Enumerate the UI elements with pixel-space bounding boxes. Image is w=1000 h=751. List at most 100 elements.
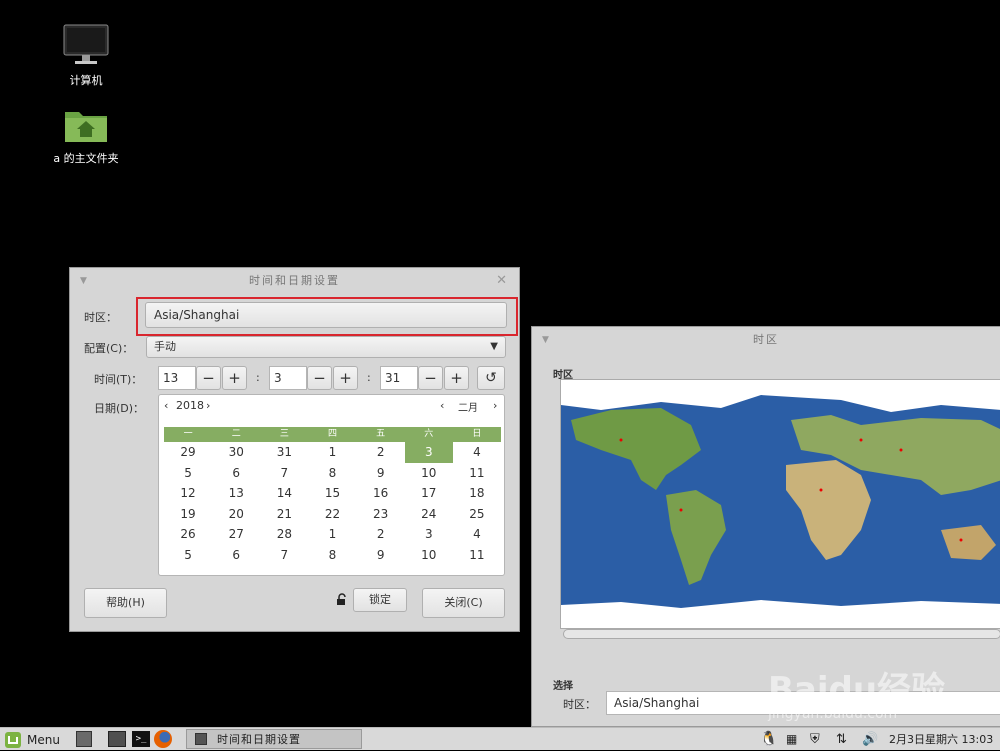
calendar-day[interactable]: 15 bbox=[308, 483, 356, 504]
calendar-day[interactable]: 29 bbox=[164, 442, 212, 463]
next-month-icon[interactable]: › bbox=[493, 399, 497, 412]
help-button-label: 帮助(H) bbox=[106, 596, 145, 609]
terminal-icon[interactable]: >_ bbox=[132, 731, 150, 747]
calendar-day[interactable]: 11 bbox=[453, 545, 501, 566]
hour-decrement-button[interactable]: − bbox=[196, 366, 221, 390]
taskbar: Menu >_ 时间和日期设置 🐧 ▦ ⛨ ⇅ 🔊 2月3日星期六 13:03 bbox=[0, 727, 1000, 750]
timezone-map[interactable] bbox=[560, 379, 1000, 629]
calendar-day[interactable]: 14 bbox=[260, 483, 308, 504]
calendar-day[interactable]: 6 bbox=[212, 463, 260, 484]
lock-button[interactable]: 锁定 bbox=[353, 588, 407, 612]
calendar-day[interactable]: 7 bbox=[260, 463, 308, 484]
weekday-label: 五 bbox=[376, 429, 386, 439]
watermark-brand: Baidu经验 bbox=[768, 670, 946, 710]
calendar-day[interactable]: 20 bbox=[212, 504, 260, 525]
window-titlebar[interactable]: ▼ 时区 bbox=[532, 327, 1000, 353]
clock[interactable]: 2月3日星期六 13:03 bbox=[889, 728, 993, 751]
minute-field[interactable]: 3 bbox=[269, 366, 307, 390]
calendar-day[interactable]: 1 bbox=[308, 442, 356, 463]
time-colon: : bbox=[367, 371, 371, 384]
desktop-icon-home-folder[interactable]: a 的主文件夹 bbox=[41, 106, 131, 166]
minute-decrement-button[interactable]: − bbox=[307, 366, 332, 390]
calendar-day[interactable]: 5 bbox=[164, 463, 212, 484]
world-map-image bbox=[561, 390, 1000, 628]
map-scrollbar[interactable] bbox=[563, 629, 1000, 639]
lock-button-label: 锁定 bbox=[369, 593, 391, 606]
file-manager-icon[interactable] bbox=[108, 731, 126, 747]
calendar-day[interactable]: 9 bbox=[357, 545, 405, 566]
calendar-day[interactable]: 21 bbox=[260, 504, 308, 525]
calendar-day[interactable]: 31 bbox=[260, 442, 308, 463]
calendar-day[interactable]: 2 bbox=[357, 524, 405, 545]
prev-month-icon[interactable]: ‹ bbox=[440, 399, 444, 412]
calendar-day[interactable]: 2 bbox=[357, 442, 405, 463]
show-desktop-icon[interactable] bbox=[76, 731, 92, 747]
calendar-day[interactable]: 16 bbox=[357, 483, 405, 504]
refresh-icon: ↺ bbox=[485, 370, 497, 386]
reset-time-button[interactable]: ↺ bbox=[477, 366, 505, 390]
calendar-day[interactable]: 4 bbox=[453, 524, 501, 545]
desktop-icon-label: 计算机 bbox=[69, 74, 103, 87]
prev-year-icon[interactable]: ‹ bbox=[164, 399, 168, 412]
network-icon[interactable]: ⇅ bbox=[836, 728, 847, 751]
hour-field[interactable]: 13 bbox=[158, 366, 196, 390]
timezone-value: Asia/Shanghai bbox=[154, 308, 240, 322]
desktop-icon-label: a 的主文件夹 bbox=[53, 152, 119, 165]
keyboard-icon[interactable]: ▦ bbox=[786, 728, 797, 751]
calendar-day[interactable]: 1 bbox=[308, 524, 356, 545]
calendar-day[interactable]: 26 bbox=[164, 524, 212, 545]
window-menu-icon[interactable]: ▼ bbox=[80, 268, 89, 294]
firefox-icon[interactable] bbox=[154, 730, 172, 748]
config-select[interactable]: 手动 ▼ bbox=[146, 336, 506, 358]
window-menu-icon[interactable]: ▼ bbox=[542, 327, 551, 353]
minute-increment-button[interactable]: + bbox=[333, 366, 358, 390]
second-decrement-button[interactable]: − bbox=[418, 366, 443, 390]
volume-icon[interactable]: 🔊 bbox=[862, 728, 878, 751]
desktop-icon-computer[interactable]: 计算机 bbox=[41, 24, 131, 88]
tux-icon[interactable]: 🐧 bbox=[760, 728, 777, 751]
calendar-day[interactable]: 17 bbox=[405, 483, 453, 504]
calendar-day[interactable]: 7 bbox=[260, 545, 308, 566]
calendar-day[interactable]: 4 bbox=[453, 442, 501, 463]
menu-button[interactable]: Menu bbox=[4, 730, 60, 749]
calendar-day[interactable]: 11 bbox=[453, 463, 501, 484]
calendar-day[interactable]: 3 bbox=[404, 442, 453, 463]
home-folder-icon bbox=[65, 112, 107, 142]
calendar-day[interactable]: 3 bbox=[405, 524, 453, 545]
calendar-day[interactable]: 28 bbox=[260, 524, 308, 545]
time-label: 时间(T)： bbox=[94, 373, 143, 386]
timezone-button[interactable]: Asia/Shanghai bbox=[145, 302, 507, 328]
watermark-url: jingyan.baidu.com bbox=[768, 706, 898, 722]
calendar-day[interactable]: 13 bbox=[212, 483, 260, 504]
close-button[interactable]: 关闭(C) bbox=[422, 588, 505, 618]
second-increment-button[interactable]: + bbox=[444, 366, 469, 390]
calendar-weekday-header: 一二三四五六日 bbox=[164, 427, 501, 442]
calendar-day[interactable]: 9 bbox=[357, 463, 405, 484]
second-field[interactable]: 31 bbox=[380, 366, 418, 390]
calendar-day[interactable]: 30 bbox=[212, 442, 260, 463]
calendar-day[interactable]: 24 bbox=[405, 504, 453, 525]
calendar-day[interactable]: 5 bbox=[164, 545, 212, 566]
calendar-day[interactable]: 6 bbox=[212, 545, 260, 566]
calendar-day[interactable]: 10 bbox=[405, 545, 453, 566]
calendar-day[interactable]: 18 bbox=[453, 483, 501, 504]
calendar-day[interactable]: 12 bbox=[164, 483, 212, 504]
taskbar-window-button[interactable]: 时间和日期设置 bbox=[186, 729, 362, 749]
calendar-day[interactable]: 27 bbox=[212, 524, 260, 545]
hour-increment-button[interactable]: + bbox=[222, 366, 247, 390]
datetime-settings-window: ▼ 时间和日期设置 ✕ 时区： Asia/Shanghai 配置(C)： 手动 … bbox=[69, 267, 520, 632]
window-titlebar[interactable]: ▼ 时间和日期设置 ✕ bbox=[70, 268, 519, 294]
shield-icon[interactable]: ⛨ bbox=[810, 728, 820, 751]
calendar: ‹ 2018 › ‹ 二月 › 一二三四五六日 29 30 31 1 2 3 4 5 6 7 8 9 1… bbox=[158, 394, 505, 576]
calendar-day[interactable]: 10 bbox=[405, 463, 453, 484]
next-year-icon[interactable]: › bbox=[206, 399, 210, 412]
calendar-day[interactable]: 25 bbox=[453, 504, 501, 525]
calendar-day[interactable]: 8 bbox=[308, 463, 356, 484]
calendar-day[interactable]: 23 bbox=[357, 504, 405, 525]
calendar-day[interactable]: 22 bbox=[308, 504, 356, 525]
calendar-day[interactable]: 19 bbox=[164, 504, 212, 525]
close-icon[interactable]: ✕ bbox=[496, 268, 509, 294]
time-colon: : bbox=[256, 371, 260, 384]
help-button[interactable]: 帮助(H) bbox=[84, 588, 167, 618]
calendar-day[interactable]: 8 bbox=[308, 545, 356, 566]
